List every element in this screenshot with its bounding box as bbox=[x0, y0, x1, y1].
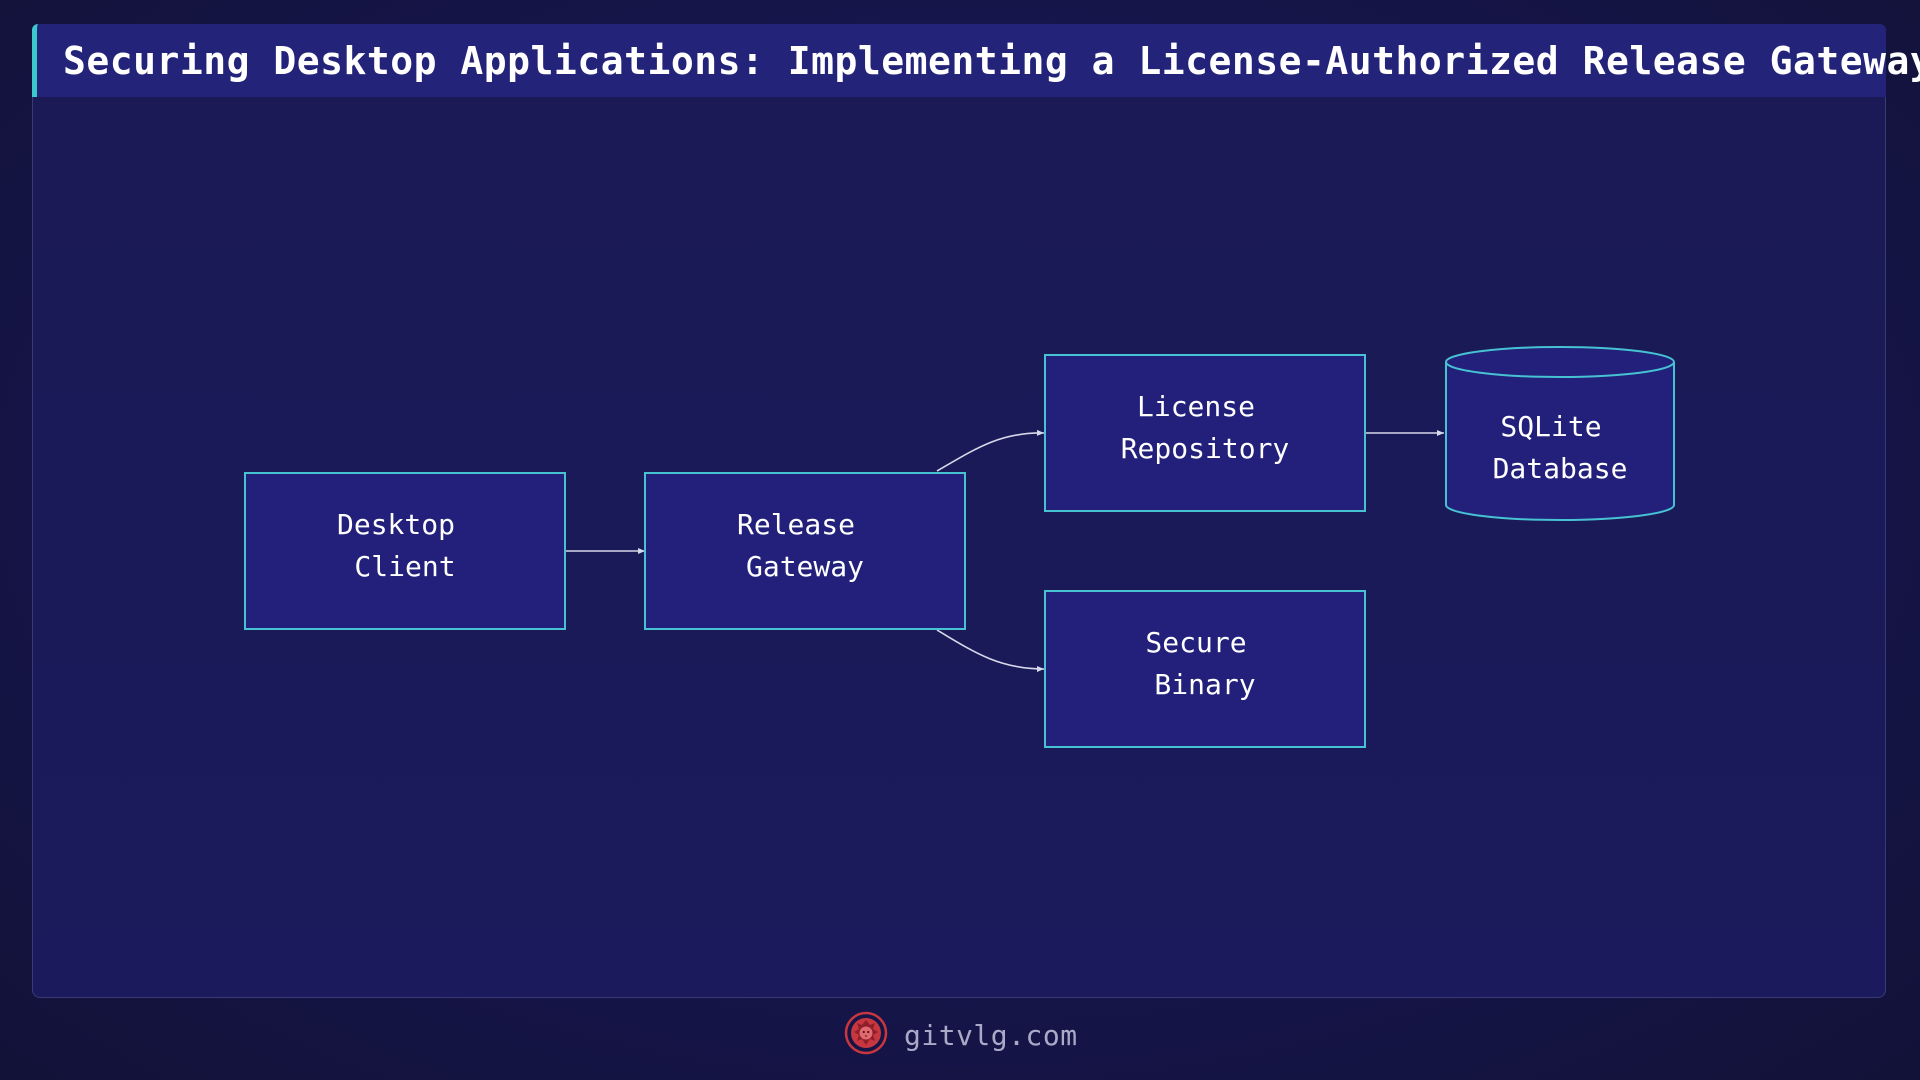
footer-site-link[interactable]: gitvlg.com bbox=[904, 1019, 1078, 1052]
slide: Securing Desktop Applications: Implement… bbox=[0, 0, 1920, 1080]
node-secure-binary-label-line2: Binary bbox=[1154, 668, 1255, 701]
node-secure-binary[interactable]: Secure Binary bbox=[1044, 590, 1366, 748]
edge-release-gateway-to-secure-binary bbox=[936, 629, 1045, 672]
node-sqlite-database-top bbox=[1445, 346, 1675, 378]
node-sqlite-database[interactable]: SQLite Database bbox=[1445, 346, 1675, 521]
node-license-repository-label-line2: Repository bbox=[1121, 432, 1290, 465]
node-license-repository-label-line1: License bbox=[1137, 390, 1255, 423]
footer: gitvlg.com bbox=[844, 1011, 1078, 1059]
node-desktop-client-label-line2: Client bbox=[354, 550, 455, 583]
node-license-repository[interactable]: License Repository bbox=[1044, 354, 1366, 512]
edge-release-gateway-to-license-repository bbox=[936, 429, 1045, 472]
node-desktop-client-label-line1: Desktop bbox=[337, 508, 455, 541]
lion-head-icon bbox=[844, 1011, 888, 1059]
node-desktop-client[interactable]: Desktop Client bbox=[244, 472, 566, 630]
node-release-gateway-label-line2: Gateway bbox=[746, 550, 864, 583]
node-release-gateway-label-line1: Release bbox=[737, 508, 855, 541]
node-secure-binary-label-line1: Secure bbox=[1145, 626, 1246, 659]
node-sqlite-database-label-line1: SQLite bbox=[1500, 410, 1601, 443]
architecture-diagram: Desktop Client Release Gateway License R… bbox=[244, 346, 1675, 748]
node-release-gateway[interactable]: Release Gateway bbox=[644, 472, 966, 630]
node-sqlite-database-label-line2: Database bbox=[1493, 452, 1628, 485]
